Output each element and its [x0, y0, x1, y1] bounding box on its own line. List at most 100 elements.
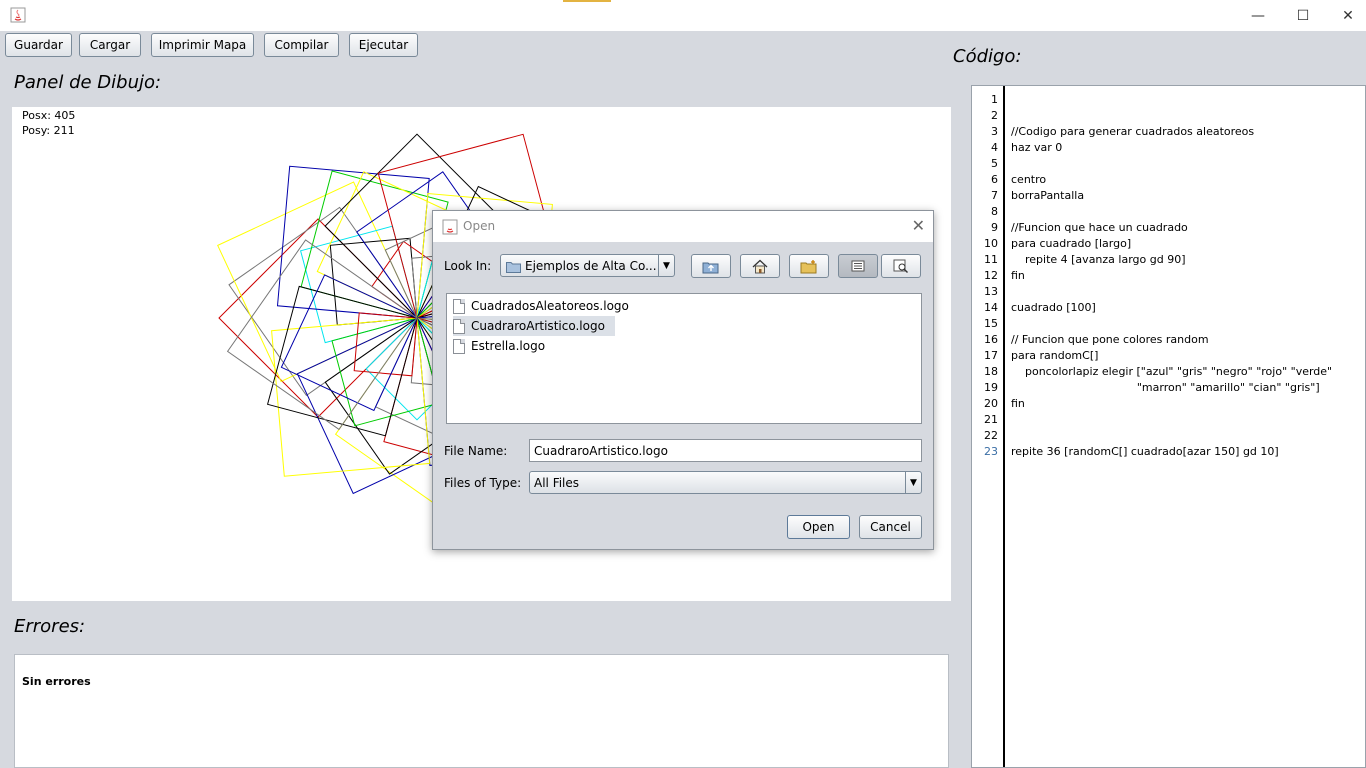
- code-line: borraPantalla: [1011, 189, 1085, 202]
- new-folder-icon: [800, 259, 817, 273]
- compile-button[interactable]: Compilar: [264, 33, 339, 57]
- line-number: 11: [984, 253, 998, 266]
- posx-readout: Posx: 405: [22, 109, 76, 122]
- java-app-icon: [442, 219, 458, 235]
- home-button[interactable]: [740, 254, 780, 278]
- line-number: 16: [984, 333, 998, 346]
- java-app-icon: [10, 7, 26, 23]
- dialog-title: Open: [463, 219, 496, 233]
- code-editor[interactable]: 1 2 3 4 5 6 7 8 9 10 11 12 13 14 15 16 17 18 19 20 21 22 23 //…: [971, 85, 1366, 768]
- load-button[interactable]: Cargar: [79, 33, 141, 57]
- list-view-icon: [851, 260, 865, 272]
- errors-output: Sin errores: [14, 654, 949, 768]
- file-type-label: Files of Type:: [444, 476, 522, 490]
- details-view-icon: [893, 259, 908, 273]
- look-in-combo[interactable]: Ejemplos de Alta Co... ▼: [500, 254, 675, 277]
- file-name: CuadradosAleatoreos.logo: [471, 299, 629, 313]
- line-number: 1: [991, 93, 998, 106]
- line-number: 14: [984, 301, 998, 314]
- file-list-item[interactable]: CuadradosAleatoreos.logo: [453, 296, 639, 316]
- code-line: haz var 0: [1011, 141, 1063, 154]
- line-number: 17: [984, 349, 998, 362]
- new-folder-button[interactable]: [789, 254, 829, 278]
- line-number: 12: [984, 269, 998, 282]
- chevron-down-icon[interactable]: ▼: [905, 472, 921, 493]
- drawn-square: [331, 317, 441, 427]
- home-icon: [752, 259, 768, 273]
- drawn-square: [226, 239, 418, 431]
- code-line: fin: [1011, 397, 1025, 410]
- posy-readout: Posy: 211: [22, 124, 75, 137]
- code-line: poncolorlapiz elegir ["azul" "gris" "neg…: [1011, 365, 1333, 378]
- code-line: //Codigo para generar cuadrados aleatore…: [1011, 125, 1255, 138]
- file-name: Estrella.logo: [471, 339, 546, 353]
- save-button[interactable]: Guardar: [5, 33, 72, 57]
- line-number: 3: [991, 125, 998, 138]
- look-in-value: Ejemplos de Alta Co...: [525, 259, 657, 273]
- code-line: para randomC[]: [1011, 349, 1099, 362]
- line-number: 9: [991, 221, 998, 234]
- file-icon: [453, 338, 465, 354]
- code-line: // Funcion que pone colores random: [1011, 333, 1209, 346]
- line-number: 5: [991, 157, 998, 170]
- file-type-value: All Files: [534, 476, 580, 490]
- file-name-label: File Name:: [444, 444, 508, 458]
- line-number: 18: [984, 365, 998, 378]
- run-button[interactable]: Ejecutar: [349, 33, 418, 57]
- code-line: cuadrado [100]: [1011, 301, 1096, 314]
- line-number: 22: [984, 429, 998, 442]
- code-line: repite 36 [randomC[] cuadrado[azar 150] …: [1011, 445, 1279, 458]
- drawing-panel-title: Panel de Dibujo:: [14, 72, 162, 93]
- cancel-button[interactable]: Cancel: [859, 515, 922, 539]
- line-number: 6: [991, 173, 998, 186]
- code-line: repite 4 [avanza largo gd 90]: [1011, 253, 1186, 266]
- drawn-square: [228, 206, 418, 397]
- title-accent: [563, 0, 611, 2]
- line-number: 21: [984, 413, 998, 426]
- list-view-button[interactable]: [838, 254, 878, 278]
- line-number-gutter: 1 2 3 4 5 6 7 8 9 10 11 12 13 14 15 16 17 18 19 20 21 22 23: [972, 86, 1005, 767]
- drawn-square: [280, 274, 418, 412]
- errors-message: Sin errores: [22, 675, 91, 688]
- code-panel-title: Código:: [953, 46, 1022, 67]
- file-list[interactable]: CuadradosAleatoreos.logo CuadraroArtistic…: [446, 293, 922, 424]
- code-line: fin: [1011, 269, 1025, 282]
- line-number: 7: [991, 189, 998, 202]
- dialog-titlebar: Open ✕: [433, 211, 933, 242]
- line-number: 2: [991, 109, 998, 122]
- maximize-button[interactable]: ☐: [1280, 0, 1326, 31]
- line-number: 23: [984, 445, 998, 458]
- file-type-combo[interactable]: All Files ▼: [529, 471, 922, 494]
- line-number: 15: [984, 317, 998, 330]
- file-name: CuadraroArtistico.logo: [471, 319, 605, 333]
- file-icon: [453, 298, 465, 314]
- open-file-dialog: Open ✕ Look In: Ejemplos de Alta Co... ▼: [432, 210, 934, 550]
- close-button[interactable]: ✕: [1325, 0, 1366, 31]
- chevron-down-icon[interactable]: ▼: [658, 255, 674, 276]
- open-button[interactable]: Open: [787, 515, 850, 539]
- line-number: 8: [991, 205, 998, 218]
- line-number: 19: [984, 381, 998, 394]
- line-number: 4: [991, 141, 998, 154]
- file-name-input[interactable]: CuadraroArtistico.logo: [529, 439, 922, 462]
- errors-title: Errores:: [14, 616, 86, 637]
- up-one-level-button[interactable]: [691, 254, 731, 278]
- drawn-square: [266, 285, 418, 437]
- look-in-label: Look In:: [444, 259, 492, 273]
- file-list-item[interactable]: Estrella.logo: [453, 336, 555, 356]
- code-line: centro: [1011, 173, 1047, 186]
- print-map-button[interactable]: Imprimir Mapa: [151, 33, 254, 57]
- code-line: "marron" "amarillo" "cian" "gris"]: [1011, 381, 1320, 394]
- code-line: para cuadrado [largo]: [1011, 237, 1132, 250]
- file-icon: [453, 318, 465, 334]
- line-number: 13: [984, 285, 998, 298]
- details-view-button[interactable]: [881, 254, 921, 278]
- up-folder-icon: [702, 262, 719, 273]
- dialog-close-button[interactable]: ✕: [912, 216, 925, 235]
- file-list-item[interactable]: CuadraroArtistico.logo: [453, 316, 615, 336]
- minimize-button[interactable]: —: [1235, 0, 1281, 31]
- window-titlebar: — ☐ ✕: [0, 0, 1366, 31]
- code-line: //Funcion que hace un cuadrado: [1011, 221, 1188, 234]
- drawn-square: [217, 181, 418, 383]
- line-number: 20: [984, 397, 998, 410]
